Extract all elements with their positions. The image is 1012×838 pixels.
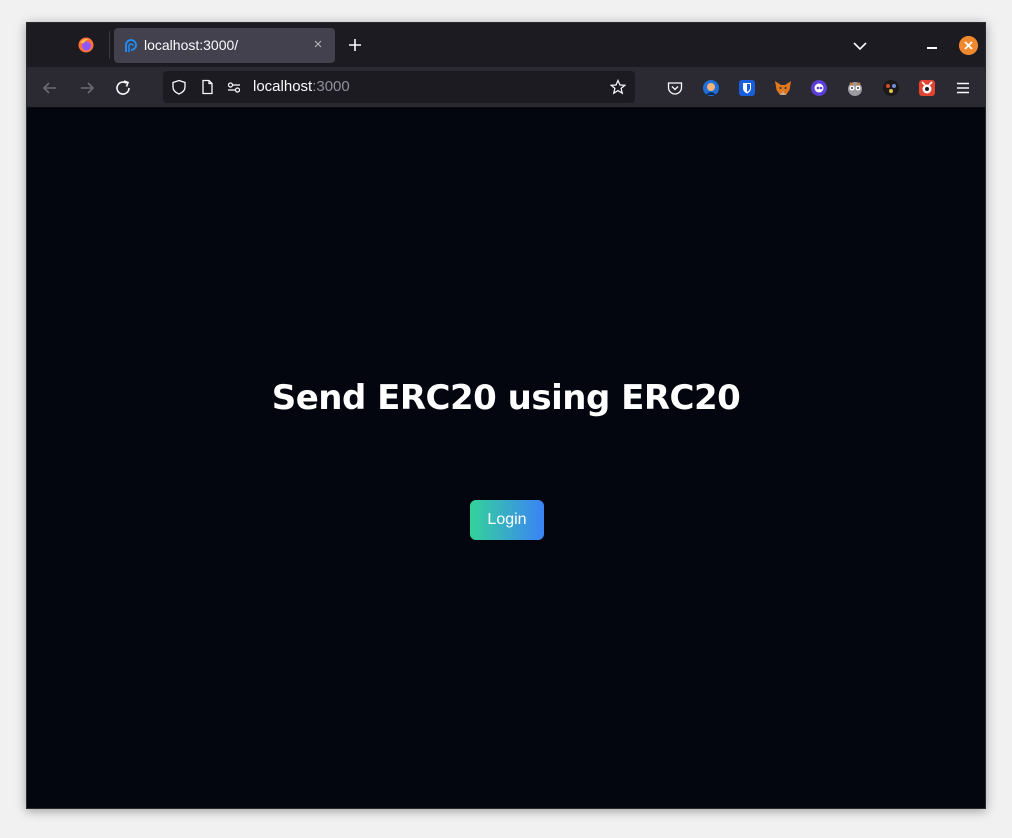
- url-port: :3000: [312, 78, 350, 95]
- url-host: localhost: [253, 78, 313, 95]
- metamask-icon[interactable]: [774, 79, 792, 97]
- forward-icon[interactable]: [78, 79, 96, 97]
- tab-favicon: [125, 39, 137, 52]
- close-window-icon[interactable]: [959, 36, 978, 55]
- extension-icon[interactable]: [882, 79, 900, 97]
- tracking-protection-shield-icon[interactable]: [171, 79, 187, 95]
- url-bar[interactable]: localhost:3000: [163, 71, 635, 103]
- login-button[interactable]: Login: [470, 500, 544, 540]
- page-title: Send ERC20 using ERC20: [271, 378, 741, 418]
- extension-icon[interactable]: [810, 79, 828, 97]
- tab-bar: localhost:3000/ ×: [27, 23, 985, 67]
- bitwarden-icon[interactable]: [738, 79, 756, 97]
- list-all-tabs-icon[interactable]: [851, 37, 869, 55]
- back-icon[interactable]: [41, 79, 59, 97]
- minimize-icon[interactable]: [927, 47, 937, 49]
- reload-icon[interactable]: [114, 79, 132, 97]
- page-content: Send ERC20 using ERC20 Login: [27, 108, 985, 808]
- tab-title: localhost:3000/: [144, 37, 239, 53]
- page-info-icon[interactable]: [199, 79, 215, 95]
- url-text[interactable]: localhost:3000: [253, 78, 350, 95]
- bookmark-star-icon[interactable]: [610, 79, 626, 95]
- permissions-icon[interactable]: [226, 79, 242, 95]
- extension-icon[interactable]: [918, 79, 936, 97]
- app-menu-icon[interactable]: [954, 79, 972, 97]
- extension-icon[interactable]: [702, 79, 720, 97]
- tab-separator: [109, 31, 110, 59]
- browser-window: localhost:3000/ × localhost:3000 Send ER…: [26, 22, 986, 809]
- nav-toolbar: localhost:3000: [27, 67, 985, 108]
- pocket-icon[interactable]: [666, 79, 684, 97]
- tab-localhost[interactable]: localhost:3000/ ×: [114, 28, 335, 63]
- new-tab-icon[interactable]: [345, 35, 365, 55]
- tab-close-button[interactable]: ×: [309, 35, 327, 55]
- extension-icon[interactable]: [846, 79, 864, 97]
- firefox-icon[interactable]: [78, 37, 94, 53]
